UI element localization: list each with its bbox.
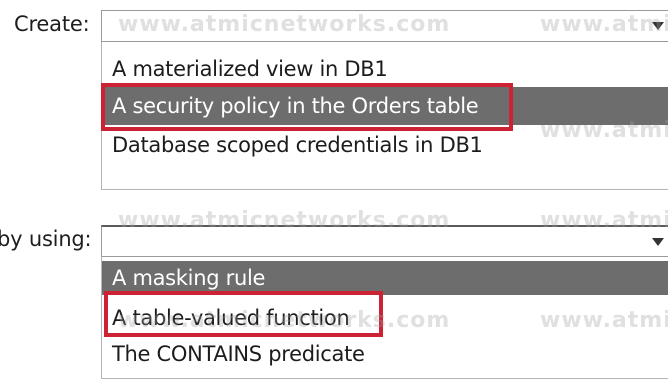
using-option-contains-predicate[interactable]: The CONTAINS predicate — [102, 337, 668, 371]
create-dropdown-list: A materialized view in DB1 A security po… — [101, 42, 668, 190]
using-dropdown-list: A masking rule A table-valued function T… — [101, 257, 668, 379]
create-option-security-policy[interactable]: A security policy in the Orders table — [102, 87, 668, 125]
using-question-group: by using: A masking rule A table-valued … — [0, 205, 668, 379]
create-option-scoped-credentials[interactable]: Database scoped credentials in DB1 — [102, 126, 668, 164]
chevron-down-icon[interactable] — [651, 20, 665, 32]
using-option-masking-rule[interactable]: A masking rule — [102, 261, 668, 295]
chevron-down-icon[interactable] — [651, 236, 665, 248]
create-question-group: Create: A materialized view in DB1 A sec… — [0, 0, 668, 190]
using-label: by using: — [0, 227, 92, 251]
create-option-materialized-view[interactable]: A materialized view in DB1 — [102, 50, 668, 88]
using-option-table-valued-function[interactable]: A table-valued function — [102, 299, 668, 337]
using-dropdown[interactable] — [101, 225, 668, 257]
create-label: Create: — [14, 12, 90, 36]
create-dropdown[interactable] — [101, 10, 668, 42]
